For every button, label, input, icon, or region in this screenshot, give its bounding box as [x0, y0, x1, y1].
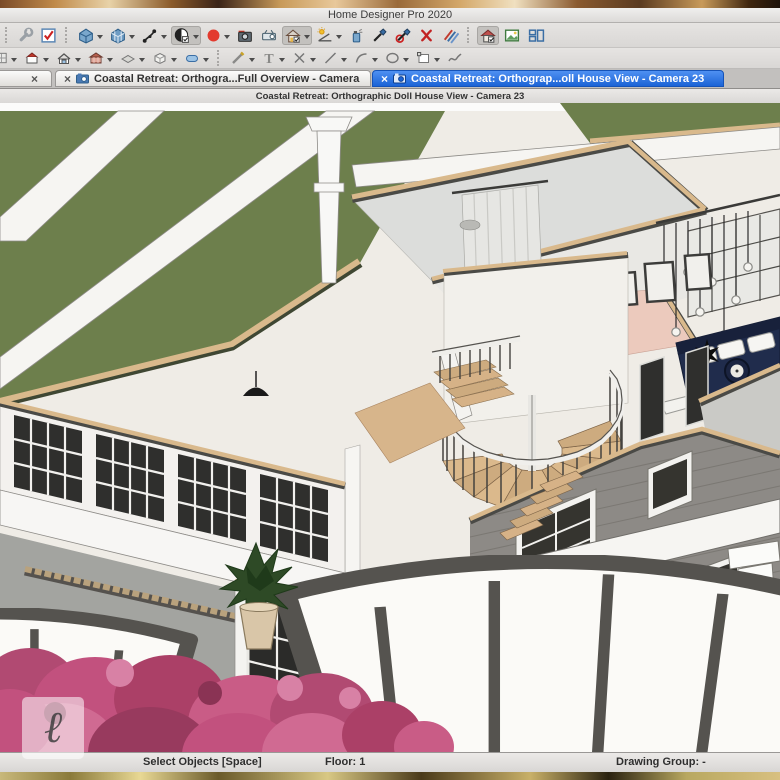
elevation-view-icon[interactable] [53, 49, 83, 67]
camera-tab-icon [393, 73, 406, 84]
wall-strip [345, 445, 360, 589]
cabinet-tool-icon[interactable] [0, 49, 19, 67]
app-window: Home Designer Pro 2020 [0, 0, 780, 780]
view-window-titlebar: Coastal Retreat: Orthographic Doll House… [0, 89, 780, 104]
status-floor: Floor: 1 [325, 756, 365, 768]
wrench-icon[interactable] [15, 26, 36, 45]
status-tool-hint: Select Objects [Space] [143, 756, 262, 768]
view-options-toggle-icon[interactable] [477, 26, 499, 45]
color-eyedropper-icon[interactable] [369, 26, 390, 45]
tab-label: Coastal Retreat: Orthograp...oll House V… [411, 73, 704, 85]
dollhouse-3d-view[interactable] [0, 103, 780, 752]
material-eyedropper-icon[interactable] [392, 26, 414, 45]
projector-presentation-icon[interactable] [258, 26, 280, 45]
toolbar-grip[interactable] [5, 27, 9, 43]
tab-hidden-stub[interactable]: × [0, 70, 52, 87]
drawing-canvas[interactable] [0, 103, 780, 752]
marker-tool-icon[interactable] [289, 49, 318, 67]
perspective-crop-view-icon[interactable] [107, 26, 137, 45]
toolbar-main [0, 23, 780, 48]
close-icon[interactable]: × [31, 73, 38, 85]
spline-tool-icon[interactable] [444, 49, 466, 67]
window-titlebar: Home Designer Pro 2020 [0, 8, 780, 23]
delete-object-icon[interactable] [416, 26, 437, 45]
sun-angle-icon[interactable] [314, 26, 344, 45]
view-tab-bar: × × Coastal Retreat: Orthogra...Full Ove… [0, 69, 780, 89]
doll-house-view-icon[interactable] [85, 49, 115, 67]
rendering-technique-icon[interactable] [171, 26, 201, 45]
screenshot-camera-icon[interactable] [234, 26, 256, 45]
toolbar-build: T [0, 48, 780, 69]
close-icon[interactable]: × [64, 73, 71, 85]
glass-house-view-icon[interactable] [21, 49, 51, 67]
round-table [460, 220, 480, 230]
arc-tool-icon[interactable] [351, 49, 380, 67]
desktop-background-top [0, 0, 780, 8]
watermark-letter: ℓ [44, 706, 62, 750]
status-drawing-group: Drawing Group: - [616, 756, 706, 768]
adjust-tool-icon[interactable] [139, 26, 169, 45]
soffit-tool-icon[interactable] [181, 49, 211, 67]
preferences-dialog-icon[interactable] [38, 26, 59, 45]
circle-tool-icon[interactable] [382, 49, 411, 67]
window-layout-icon[interactable] [525, 26, 548, 45]
tab-camera-22[interactable]: × Coastal Retreat: Orthogra...Full Overv… [55, 70, 371, 87]
hatch-pattern-icon[interactable] [439, 26, 461, 45]
tab-label: Coastal Retreat: Orthogra...Full Overvie… [94, 73, 362, 85]
tab-camera-23[interactable]: × Coastal Retreat: Orthograp...oll House… [372, 70, 724, 87]
text-tool-icon[interactable]: T [259, 49, 287, 67]
display-options-icon[interactable] [282, 26, 312, 45]
spray-can-icon[interactable] [346, 26, 367, 45]
close-icon[interactable]: × [381, 73, 388, 85]
camera-view-icon[interactable] [75, 26, 105, 45]
import-picture-icon[interactable] [501, 26, 523, 45]
camera-tab-icon [76, 73, 89, 84]
status-bar: Select Objects [Space] Floor: 1 Drawing … [0, 752, 780, 773]
svg-text:T: T [264, 52, 274, 66]
line-tool-icon[interactable] [320, 49, 349, 67]
floor-platform-icon[interactable] [117, 49, 147, 67]
view-window-title: Coastal Retreat: Orthographic Doll House… [256, 91, 525, 102]
record-walkthrough-icon[interactable] [203, 26, 232, 45]
desktop-background-bottom [0, 772, 780, 780]
toolbar-grip[interactable] [467, 27, 471, 43]
dimension-tool-icon[interactable] [227, 49, 257, 67]
toolbar-grip[interactable] [217, 50, 221, 66]
box-tool-icon[interactable] [413, 49, 442, 67]
brand-watermark: ℓ [22, 697, 84, 759]
window-title: Home Designer Pro 2020 [328, 9, 452, 21]
toolbar-grip[interactable] [65, 27, 69, 43]
room-box-icon[interactable] [149, 49, 179, 67]
